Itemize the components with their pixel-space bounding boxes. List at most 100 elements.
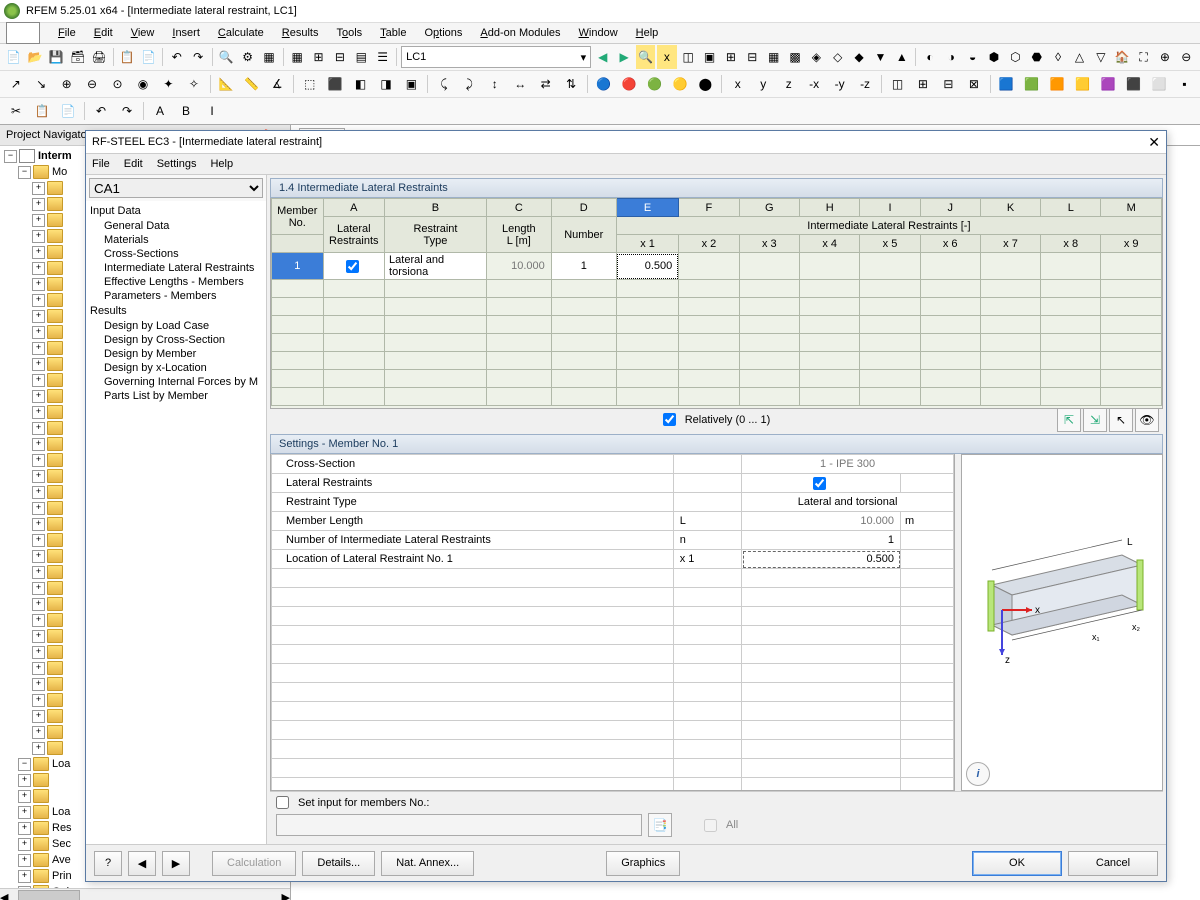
tb-hl1-icon[interactable]: 🔍: [636, 45, 655, 69]
nav-intermediate-lateral[interactable]: Intermediate Lateral Restraints: [90, 261, 262, 275]
t2-36-icon[interactable]: ⊟: [937, 72, 960, 96]
tb-print-icon[interactable]: 🖨: [89, 45, 108, 69]
t3-3-icon[interactable]: 📄: [56, 99, 80, 123]
t2-29-icon[interactable]: y: [752, 72, 775, 96]
prop-lateral-check[interactable]: [813, 477, 826, 490]
t2-44-icon[interactable]: ⬜: [1147, 72, 1170, 96]
load-case-combo[interactable]: LC1▾: [401, 46, 591, 68]
tb-s2-icon[interactable]: ◑: [942, 45, 961, 69]
graphics-button[interactable]: Graphics: [606, 851, 680, 876]
tb-saveall-icon[interactable]: 🗃: [68, 45, 87, 69]
t2-28-icon[interactable]: x: [726, 72, 749, 96]
t3-6-icon[interactable]: A: [148, 99, 172, 123]
menu-options[interactable]: Options: [416, 25, 470, 41]
tb-s8-icon[interactable]: △: [1070, 45, 1089, 69]
help-button[interactable]: ?: [94, 851, 122, 876]
menu-insert[interactable]: Insert: [164, 25, 208, 41]
tb-r4-icon[interactable]: ⊟: [743, 45, 762, 69]
t2-25-icon[interactable]: 🟢: [643, 72, 666, 96]
t3-4-icon[interactable]: ↶: [89, 99, 113, 123]
t2-22-icon[interactable]: ⇅: [559, 72, 582, 96]
nav-general-data[interactable]: General Data: [90, 219, 262, 233]
t2-35-icon[interactable]: ⊞: [911, 72, 934, 96]
tb-s13-icon[interactable]: ⊖: [1177, 45, 1196, 69]
settings-grid[interactable]: Cross-Section1 - IPE 300 Lateral Restrai…: [270, 454, 955, 791]
tb-r11-icon[interactable]: ▲: [892, 45, 911, 69]
t3-7-icon[interactable]: B: [174, 99, 198, 123]
nav-parts-list[interactable]: Parts List by Member: [90, 389, 262, 403]
t2-27-icon[interactable]: ⬤: [694, 72, 717, 96]
t2-37-icon[interactable]: ⊠: [962, 72, 985, 96]
tb-hl2-icon[interactable]: x: [657, 45, 676, 69]
t2-3-icon[interactable]: ⊕: [55, 72, 78, 96]
t2-45-icon[interactable]: ▪: [1173, 72, 1196, 96]
dmenu-edit[interactable]: Edit: [124, 158, 143, 170]
t2-20-icon[interactable]: ↔: [509, 72, 532, 96]
t2-43-icon[interactable]: ⬛: [1122, 72, 1145, 96]
prev-page-button[interactable]: ◀: [128, 851, 156, 876]
tb-r3-icon[interactable]: ⊞: [721, 45, 740, 69]
tb-copy-icon[interactable]: 📋: [118, 45, 137, 69]
tb-s10-icon[interactable]: 🏠: [1113, 45, 1132, 69]
tb-redo-icon[interactable]: ↷: [188, 45, 207, 69]
nav-parameters[interactable]: Parameters - Members: [90, 289, 262, 303]
tb-r8-icon[interactable]: ◇: [828, 45, 847, 69]
tb-r5-icon[interactable]: ▦: [764, 45, 783, 69]
nav-governing[interactable]: Governing Internal Forces by M: [90, 375, 262, 389]
t2-32-icon[interactable]: -y: [828, 72, 851, 96]
nav-cross-sections[interactable]: Cross-Sections: [90, 247, 262, 261]
t2-4-icon[interactable]: ⊖: [80, 72, 103, 96]
tb-list-icon[interactable]: ☰: [373, 45, 392, 69]
tb-find-icon[interactable]: 🔍: [217, 45, 236, 69]
nav-design-cross[interactable]: Design by Cross-Section: [90, 333, 262, 347]
menu-calculate[interactable]: Calculate: [210, 25, 272, 41]
t3-5-icon[interactable]: ↷: [115, 99, 139, 123]
tb-s3-icon[interactable]: ◒: [963, 45, 982, 69]
t2-33-icon[interactable]: -z: [853, 72, 876, 96]
tb-s5-icon[interactable]: ⬡: [1006, 45, 1025, 69]
tb-r2-icon[interactable]: ▣: [700, 45, 719, 69]
tb-open-icon[interactable]: 📂: [25, 45, 44, 69]
tb-s6-icon[interactable]: ⬣: [1027, 45, 1046, 69]
ok-button[interactable]: OK: [972, 851, 1062, 876]
tb-next-icon[interactable]: ▶: [614, 45, 633, 69]
nav-effective-lengths[interactable]: Effective Lengths - Members: [90, 275, 262, 289]
t2-18-icon[interactable]: ⤸: [458, 72, 481, 96]
tb-r9-icon[interactable]: ◆: [849, 45, 868, 69]
pick-members-icon[interactable]: 📑: [648, 813, 672, 837]
t2-26-icon[interactable]: 🟡: [668, 72, 691, 96]
tb-s7-icon[interactable]: ◊: [1048, 45, 1067, 69]
nav-design-xloc[interactable]: Design by x-Location: [90, 361, 262, 375]
tb-save-icon[interactable]: 💾: [47, 45, 66, 69]
t2-41-icon[interactable]: 🟨: [1071, 72, 1094, 96]
nat-annex-button[interactable]: Nat. Annex...: [381, 851, 474, 876]
menu-help[interactable]: Help: [628, 25, 667, 41]
cancel-button[interactable]: Cancel: [1068, 851, 1158, 876]
menu-view[interactable]: View: [123, 25, 163, 41]
view-icon[interactable]: 👁: [1135, 408, 1159, 432]
t2-11-icon[interactable]: ∡: [266, 72, 289, 96]
row1-lateral-check[interactable]: [346, 260, 359, 273]
set-input-check[interactable]: [276, 796, 289, 809]
menu-tools[interactable]: Tools: [328, 25, 370, 41]
tb-grid3-icon[interactable]: ⊟: [330, 45, 349, 69]
details-button[interactable]: Details...: [302, 851, 375, 876]
t2-40-icon[interactable]: 🟧: [1045, 72, 1068, 96]
t3-1-icon[interactable]: ✂: [4, 99, 28, 123]
tb-calc-icon[interactable]: ⚙: [238, 45, 257, 69]
t2-6-icon[interactable]: ◉: [131, 72, 154, 96]
navigator-hscroll[interactable]: ◀▶: [0, 888, 290, 900]
menu-edit[interactable]: Edit: [86, 25, 121, 41]
tb-s9-icon[interactable]: ▽: [1091, 45, 1110, 69]
nav-design-member[interactable]: Design by Member: [90, 347, 262, 361]
info-icon[interactable]: i: [966, 762, 990, 786]
app-menu-icon[interactable]: [6, 22, 40, 44]
t3-8-icon[interactable]: I: [200, 99, 224, 123]
tb-r6-icon[interactable]: ▩: [785, 45, 804, 69]
import-excel-icon[interactable]: ⇲: [1083, 408, 1107, 432]
pick-icon[interactable]: ↖: [1109, 408, 1133, 432]
nav-design-loadcase[interactable]: Design by Load Case: [90, 319, 262, 333]
t2-16-icon[interactable]: ▣: [400, 72, 423, 96]
menu-file[interactable]: File: [50, 25, 84, 41]
tb-s11-icon[interactable]: ⛶: [1134, 45, 1153, 69]
